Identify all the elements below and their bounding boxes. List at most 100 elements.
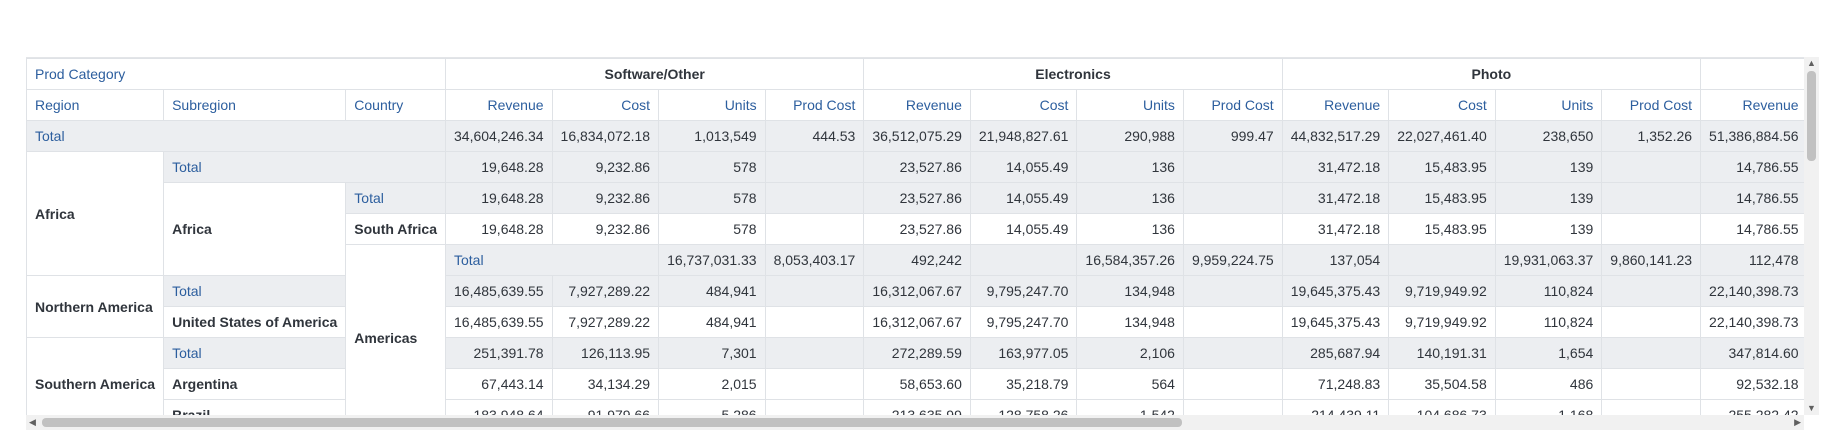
- value-cell[interactable]: 484,941: [658, 275, 766, 307]
- country-header[interactable]: Country: [345, 89, 446, 121]
- value-cell[interactable]: 16,485,639.55: [445, 306, 553, 338]
- value-cell[interactable]: 15,483.95: [1388, 151, 1496, 183]
- value-cell[interactable]: 9,860,141.23: [1601, 244, 1702, 276]
- value-cell[interactable]: 110,824: [1494, 306, 1603, 338]
- value-cell[interactable]: 15,483.95: [1388, 213, 1496, 245]
- value-cell[interactable]: [1182, 368, 1283, 400]
- value-cell[interactable]: 163,977.05: [969, 337, 1078, 369]
- country-usa[interactable]: United States of America: [163, 306, 347, 338]
- value-cell[interactable]: 22,027,461.40: [1388, 120, 1496, 152]
- value-cell[interactable]: 255,282.42: [1700, 399, 1804, 416]
- value-cell[interactable]: [764, 368, 865, 400]
- value-cell[interactable]: [1182, 213, 1283, 245]
- value-cell[interactable]: [1182, 306, 1283, 338]
- value-cell[interactable]: 9,795,247.70: [969, 275, 1078, 307]
- americas-total-label[interactable]: Total: [444, 244, 660, 276]
- value-cell[interactable]: 2,015: [658, 368, 766, 400]
- horizontal-scroll-thumb[interactable]: [42, 418, 1182, 427]
- value-cell[interactable]: 71,248.83: [1281, 368, 1390, 400]
- value-cell[interactable]: [1182, 337, 1283, 369]
- vertical-scrollbar[interactable]: ▲ ▼: [1804, 57, 1819, 415]
- value-cell[interactable]: 272,289.59: [863, 337, 971, 369]
- value-cell[interactable]: 31,472.18: [1281, 213, 1390, 245]
- value-cell[interactable]: 19,648.28: [445, 151, 553, 183]
- value-cell[interactable]: [764, 399, 865, 416]
- value-cell[interactable]: 9,232.86: [551, 151, 660, 183]
- value-cell[interactable]: 8,053,403.17: [764, 244, 865, 276]
- category-electronics[interactable]: Electronics: [863, 58, 1283, 90]
- measure-units[interactable]: Units: [658, 89, 766, 121]
- africa-total-label[interactable]: Total: [163, 151, 446, 183]
- value-cell[interactable]: 34,604,246.34: [445, 120, 553, 152]
- value-cell[interactable]: 19,645,375.43: [1281, 275, 1390, 307]
- value-cell[interactable]: 183,948.64: [445, 399, 553, 416]
- value-cell[interactable]: 23,527.86: [863, 151, 971, 183]
- measure-revenue[interactable]: Revenue: [863, 89, 971, 121]
- value-cell[interactable]: 14,786.55: [1700, 213, 1804, 245]
- value-cell[interactable]: 126,113.95: [551, 337, 660, 369]
- country-south-africa[interactable]: South Africa: [345, 213, 446, 245]
- value-cell[interactable]: 21,948,827.61: [969, 120, 1078, 152]
- value-cell[interactable]: 1,352.26: [1601, 120, 1702, 152]
- value-cell[interactable]: 484,941: [658, 306, 766, 338]
- value-cell[interactable]: [764, 275, 865, 307]
- category-photo[interactable]: Photo: [1281, 58, 1702, 90]
- value-cell[interactable]: [764, 213, 865, 245]
- scroll-down-arrow-icon[interactable]: ▼: [1807, 404, 1816, 413]
- measure-cost[interactable]: Cost: [969, 89, 1078, 121]
- value-cell[interactable]: 137,054: [1281, 244, 1390, 276]
- value-cell[interactable]: [1601, 368, 1702, 400]
- value-cell[interactable]: 16,312,067.67: [863, 275, 971, 307]
- value-cell[interactable]: 9,232.86: [551, 213, 660, 245]
- value-cell[interactable]: 104,686.73: [1388, 399, 1496, 416]
- value-cell[interactable]: 22,140,398.73: [1700, 306, 1804, 338]
- value-cell[interactable]: 35,218.79: [969, 368, 1078, 400]
- value-cell[interactable]: [1182, 151, 1283, 183]
- value-cell[interactable]: 7,927,289.22: [551, 275, 660, 307]
- value-cell[interactable]: 214,439.11: [1281, 399, 1390, 416]
- value-cell[interactable]: 139: [1494, 213, 1603, 245]
- southern-america-total-label[interactable]: Total: [163, 337, 347, 369]
- measure-prod-cost[interactable]: Prod Cost: [1601, 89, 1702, 121]
- value-cell[interactable]: [1601, 306, 1702, 338]
- value-cell[interactable]: 31,472.18: [1281, 182, 1390, 214]
- value-cell[interactable]: 136: [1076, 151, 1184, 183]
- value-cell[interactable]: 14,786.55: [1700, 151, 1804, 183]
- value-cell[interactable]: 23,527.86: [863, 182, 971, 214]
- country-argentina[interactable]: Argentina: [163, 368, 347, 400]
- grand-total-label[interactable]: Total: [26, 120, 446, 152]
- value-cell[interactable]: 14,055.49: [969, 151, 1078, 183]
- value-cell[interactable]: [1182, 275, 1283, 307]
- value-cell[interactable]: 213,635.99: [863, 399, 971, 416]
- value-cell[interactable]: 7,927,289.22: [551, 306, 660, 338]
- value-cell[interactable]: 58,653.60: [863, 368, 971, 400]
- horizontal-scrollbar[interactable]: ◀ ▶: [26, 415, 1804, 430]
- value-cell[interactable]: 22,140,398.73: [1700, 275, 1804, 307]
- value-cell[interactable]: 1,168: [1494, 399, 1603, 416]
- value-cell[interactable]: 347,814.60: [1700, 337, 1804, 369]
- value-cell[interactable]: 92,532.18: [1700, 368, 1804, 400]
- value-cell[interactable]: [1601, 399, 1702, 416]
- value-cell[interactable]: 578: [658, 151, 766, 183]
- measure-units[interactable]: Units: [1494, 89, 1603, 121]
- scroll-right-arrow-icon[interactable]: ▶: [1794, 418, 1801, 427]
- value-cell[interactable]: [764, 306, 865, 338]
- value-cell[interactable]: 290,988: [1076, 120, 1184, 152]
- value-cell[interactable]: 9,719,949.92: [1388, 275, 1496, 307]
- africa-subregion-total-label[interactable]: Total: [345, 182, 446, 214]
- value-cell[interactable]: [764, 151, 865, 183]
- subregion-header[interactable]: Subregion: [163, 89, 347, 121]
- value-cell[interactable]: 19,648.28: [445, 213, 553, 245]
- value-cell[interactable]: [1388, 244, 1496, 276]
- value-cell[interactable]: [1601, 275, 1702, 307]
- measure-prod-cost[interactable]: Prod Cost: [1182, 89, 1283, 121]
- value-cell[interactable]: 51,386,884.56: [1700, 120, 1804, 152]
- value-cell[interactable]: 999.47: [1182, 120, 1283, 152]
- value-cell[interactable]: 14,055.49: [969, 213, 1078, 245]
- region-americas[interactable]: Americas: [345, 244, 446, 416]
- value-cell[interactable]: [969, 244, 1078, 276]
- value-cell[interactable]: 139: [1494, 151, 1603, 183]
- value-cell[interactable]: 1,013,549: [658, 120, 766, 152]
- value-cell[interactable]: 1,654: [1494, 337, 1603, 369]
- value-cell[interactable]: 110,824: [1494, 275, 1603, 307]
